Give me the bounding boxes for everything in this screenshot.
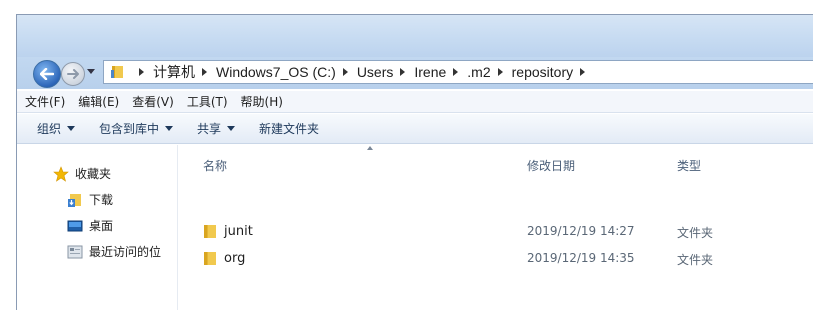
nav-label-favorites: 收藏夹 bbox=[75, 167, 112, 181]
recent-places-icon bbox=[67, 245, 83, 258]
file-name-cell: junit bbox=[202, 223, 253, 239]
nav-item-downloads[interactable]: 下载 bbox=[67, 191, 113, 208]
menu-bar: 文件(F) 编辑(E) 查看(V) 工具(T) 帮助(H) bbox=[17, 91, 813, 113]
breadcrumb-drive[interactable]: Windows7_OS (C:) bbox=[216, 64, 336, 80]
explorer-window: 计算机 Windows7_OS (C:) Users Irene .m2 rep… bbox=[16, 14, 813, 310]
breadcrumb-computer[interactable]: 计算机 bbox=[153, 62, 195, 82]
file-list: 名称 修改日期 类型 junit 2019/12/19 14:27 文件夹 or… bbox=[178, 145, 813, 310]
column-header-date-modified[interactable]: 修改日期 bbox=[527, 157, 575, 174]
folder-icon bbox=[204, 252, 216, 265]
folder-icon bbox=[204, 225, 216, 238]
file-date-modified: 2019/12/19 14:35 bbox=[527, 251, 635, 265]
file-row[interactable]: org 2019/12/19 14:35 文件夹 bbox=[178, 248, 813, 268]
file-type: 文件夹 bbox=[677, 226, 714, 240]
address-path[interactable]: 计算机 Windows7_OS (C:) Users Irene .m2 rep… bbox=[103, 60, 813, 84]
include-in-library-button[interactable]: 包含到库中 bbox=[99, 120, 174, 137]
column-header-type[interactable]: 类型 bbox=[677, 157, 701, 174]
nav-label-desktop: 桌面 bbox=[89, 219, 114, 233]
file-name: junit bbox=[224, 223, 253, 239]
share-label: 共享 bbox=[197, 122, 222, 136]
file-type: 文件夹 bbox=[677, 253, 714, 267]
back-button[interactable] bbox=[33, 60, 61, 88]
breadcrumb-irene[interactable]: Irene bbox=[414, 64, 446, 80]
breadcrumb-separator-icon[interactable] bbox=[400, 68, 406, 76]
downloads-folder-icon bbox=[68, 193, 81, 207]
breadcrumb-m2[interactable]: .m2 bbox=[467, 64, 490, 80]
menu-view[interactable]: 查看(V) bbox=[132, 93, 174, 110]
nav-item-desktop[interactable]: 桌面 bbox=[67, 217, 113, 234]
breadcrumb-separator-icon[interactable] bbox=[202, 68, 207, 76]
nav-item-favorites[interactable]: 收藏夹 bbox=[53, 165, 111, 182]
folder-icon bbox=[111, 66, 123, 78]
organize-label: 组织 bbox=[37, 122, 62, 136]
share-button[interactable]: 共享 bbox=[197, 120, 236, 137]
file-name: org bbox=[224, 250, 246, 266]
menu-tools[interactable]: 工具(T) bbox=[187, 93, 228, 110]
forward-arrow-icon bbox=[67, 69, 79, 79]
menu-edit[interactable]: 编辑(E) bbox=[78, 93, 119, 110]
breadcrumb-separator-icon[interactable] bbox=[139, 68, 144, 76]
nav-label-recent-places: 最近访问的位 bbox=[89, 245, 162, 259]
dropdown-caret-icon bbox=[67, 126, 76, 131]
breadcrumb-separator-icon[interactable] bbox=[580, 68, 586, 76]
address-bar-area: 计算机 Windows7_OS (C:) Users Irene .m2 rep… bbox=[17, 57, 813, 89]
command-bar: 组织 包含到库中 共享 新建文件夹 bbox=[17, 114, 813, 144]
new-folder-button[interactable]: 新建文件夹 bbox=[259, 120, 319, 137]
breadcrumb-users[interactable]: Users bbox=[357, 64, 394, 80]
forward-button[interactable] bbox=[61, 62, 85, 86]
back-arrow-icon bbox=[40, 68, 54, 80]
sort-ascending-icon bbox=[367, 146, 373, 150]
file-row[interactable]: junit 2019/12/19 14:27 文件夹 bbox=[178, 221, 813, 241]
title-bar[interactable] bbox=[17, 15, 813, 57]
recent-pages-dropdown-icon[interactable] bbox=[87, 69, 95, 75]
menu-help[interactable]: 帮助(H) bbox=[241, 93, 283, 110]
file-date-modified: 2019/12/19 14:27 bbox=[527, 224, 635, 238]
nav-label-downloads: 下载 bbox=[89, 193, 114, 207]
dropdown-caret-icon bbox=[227, 126, 236, 131]
dropdown-caret-icon bbox=[165, 126, 174, 131]
menu-file[interactable]: 文件(F) bbox=[25, 93, 65, 110]
column-header-name[interactable]: 名称 bbox=[203, 157, 227, 174]
include-in-library-label: 包含到库中 bbox=[99, 122, 160, 136]
navigation-pane: 收藏夹 下载 桌面 最近访问的位 bbox=[17, 145, 178, 310]
star-icon bbox=[53, 165, 69, 182]
file-name-cell: org bbox=[202, 250, 245, 266]
desktop-icon bbox=[67, 220, 83, 231]
breadcrumb-repository[interactable]: repository bbox=[512, 64, 573, 80]
organize-button[interactable]: 组织 bbox=[37, 120, 76, 137]
nav-item-recent-places[interactable]: 最近访问的位 bbox=[67, 243, 161, 260]
breadcrumb-separator-icon[interactable] bbox=[342, 68, 348, 76]
breadcrumb-separator-icon[interactable] bbox=[497, 68, 503, 76]
breadcrumb-separator-icon[interactable] bbox=[453, 68, 459, 76]
